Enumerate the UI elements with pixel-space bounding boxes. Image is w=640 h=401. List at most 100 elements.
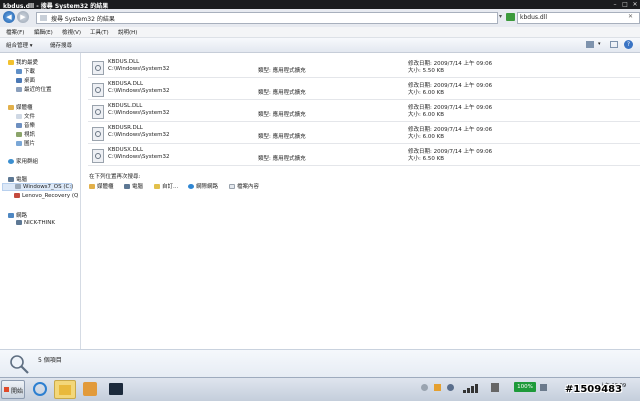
battery-indicator[interactable]: 100% <box>514 382 536 392</box>
recovery-drive-icon <box>14 193 20 198</box>
back-button[interactable]: ◀ <box>3 11 15 23</box>
result-row[interactable]: KBDUSX.DLL C:\Windows\System32 類型: 應用程式擴… <box>88 145 640 166</box>
maximize-button[interactable]: □ <box>620 0 630 9</box>
file-type: 類型: 應用程式擴充 <box>258 90 306 96</box>
nav-network[interactable]: 網路 <box>8 211 27 219</box>
nav-pictures[interactable]: 圖片 <box>16 139 35 147</box>
nav-network-label: 網路 <box>16 213 28 219</box>
desktop-icon <box>16 78 22 83</box>
libraries-icon <box>8 105 14 110</box>
nav-network-pc[interactable]: NICK-THINK <box>16 220 55 226</box>
forward-button[interactable]: ▶ <box>17 11 29 23</box>
nav-drive-c-label: Windows7_OS (C:) <box>23 184 74 190</box>
nav-downloads-label: 下載 <box>24 69 36 75</box>
nav-homegroup[interactable]: 家用群組 <box>8 157 38 165</box>
taskbar-app[interactable] <box>106 380 126 399</box>
nav-favorites-label: 我的最愛 <box>16 60 39 66</box>
nav-desktop[interactable]: 桌面 <box>16 76 35 84</box>
drive-icon <box>15 184 21 189</box>
address-bar-row: ◀ ▶ 搜尋 System32 的結果 ▾ kbdus.dll ✕ <box>0 9 640 27</box>
menu-file[interactable]: 檔案(F) <box>6 28 24 36</box>
view-dropdown-icon[interactable]: ▾ <box>598 41 601 47</box>
nav-drive-q[interactable]: Lenovo_Recovery (Q <box>14 193 78 199</box>
taskbar: 開始 100% 上午 10:09 #1509483 <box>0 377 640 401</box>
dropdown-icon[interactable]: ▾ <box>499 13 502 20</box>
nav-drive-q-label: Lenovo_Recovery (Q <box>22 193 79 199</box>
downloads-icon <box>16 69 22 74</box>
nav-libraries[interactable]: 媒體櫃 <box>8 103 33 111</box>
minimize-button[interactable]: – <box>610 0 620 9</box>
search-again-file-contents[interactable]: 檔案內容 <box>229 182 259 190</box>
menu-tools[interactable]: 工具(T) <box>90 28 109 36</box>
navigation-pane: 我的最愛 下載 桌面 最近的位置 媒體櫃 文件 音樂 視訊 圖片 家用群組 電腦… <box>0 53 81 349</box>
music-icon <box>16 123 22 128</box>
computer-icon <box>124 184 130 189</box>
result-row[interactable]: KBDUSL.DLL C:\Windows\System32 類型: 應用程式擴… <box>88 101 640 122</box>
refresh-icon[interactable] <box>506 13 515 21</box>
nav-network-pc-label: NICK-THINK <box>24 220 55 226</box>
tray-icon[interactable] <box>434 384 441 391</box>
nav-downloads[interactable]: 下載 <box>16 67 35 75</box>
nav-recent[interactable]: 最近的位置 <box>16 85 52 93</box>
search-folder-icon <box>40 15 47 21</box>
media-player-icon <box>83 382 97 396</box>
taskbar-explorer[interactable] <box>54 380 76 399</box>
clear-search-icon[interactable]: ✕ <box>628 13 633 20</box>
search-input[interactable]: kbdus.dll ✕ <box>517 12 640 24</box>
file-size: 大小: 6.00 KB <box>408 90 444 96</box>
nav-homegroup-label: 家用群組 <box>16 159 39 165</box>
help-icon[interactable] <box>447 384 454 391</box>
tray-icon[interactable] <box>421 384 428 391</box>
menu-help[interactable]: 說明(H) <box>118 28 137 36</box>
pc-icon <box>16 220 22 225</box>
nav-documents[interactable]: 文件 <box>16 112 35 120</box>
result-row[interactable]: KBDUS.DLL C:\Windows\System32 類型: 應用程式擴充… <box>88 57 640 78</box>
file-size: 大小: 5.50 KB <box>408 68 444 74</box>
nav-music[interactable]: 音樂 <box>16 121 35 129</box>
search-again-internet-label: 網際網路 <box>196 184 219 190</box>
nav-documents-label: 文件 <box>24 114 36 120</box>
folder-icon <box>59 385 71 395</box>
view-options-icon[interactable] <box>586 41 594 48</box>
taskbar-ie[interactable] <box>30 380 50 399</box>
file-name: KBDUSX.DLL <box>108 147 144 153</box>
wireless-icon[interactable] <box>491 383 499 392</box>
organize-button[interactable]: 組合管理 ▾ <box>6 41 33 49</box>
menu-edit[interactable]: 編輯(E) <box>34 28 53 36</box>
start-button[interactable]: 開始 <box>1 380 25 399</box>
file-name: KBDUSR.DLL <box>108 125 143 131</box>
search-again-computer[interactable]: 電腦 <box>124 182 143 190</box>
nav-favorites[interactable]: 我的最愛 <box>8 58 38 66</box>
preview-pane-icon[interactable] <box>610 41 618 48</box>
search-query: kbdus.dll <box>520 14 548 21</box>
search-again-internet[interactable]: 網際網路 <box>188 182 218 190</box>
file-type: 類型: 應用程式擴充 <box>258 112 306 118</box>
taskbar-media-player[interactable] <box>80 380 100 399</box>
search-again-libraries-label: 媒體櫃 <box>97 184 114 190</box>
close-button[interactable]: ✕ <box>630 0 640 9</box>
libraries-icon <box>89 184 95 189</box>
nav-videos[interactable]: 視訊 <box>16 130 35 138</box>
result-row[interactable]: KBDUSR.DLL C:\Windows\System32 類型: 應用程式擴… <box>88 123 640 144</box>
power-icon[interactable] <box>540 384 547 391</box>
nav-computer[interactable]: 電腦 <box>8 175 27 183</box>
search-again-custom[interactable]: 自訂... <box>154 182 178 190</box>
file-size: 大小: 6.00 KB <box>408 112 444 118</box>
nav-libraries-label: 媒體櫃 <box>16 105 33 111</box>
nav-drive-c[interactable]: Windows7_OS (C:) <box>2 183 74 191</box>
result-row[interactable]: KBDUSA.DLL C:\Windows\System32 類型: 應用程式擴… <box>88 79 640 100</box>
address-bar[interactable]: 搜尋 System32 的結果 <box>36 12 498 24</box>
internet-icon <box>188 184 194 189</box>
signal-icon[interactable] <box>463 383 485 393</box>
menu-view[interactable]: 檢視(V) <box>62 28 81 36</box>
documents-icon <box>16 114 22 119</box>
file-path: C:\Windows\System32 <box>108 88 170 94</box>
search-again-libraries[interactable]: 媒體櫃 <box>89 182 114 190</box>
star-icon <box>8 60 14 65</box>
search-icon <box>10 355 29 374</box>
help-icon[interactable]: ? <box>624 40 633 49</box>
app-icon <box>109 383 123 395</box>
save-search-button[interactable]: 儲存搜尋 <box>50 41 72 49</box>
pictures-icon <box>16 141 22 146</box>
file-size: 大小: 6.50 KB <box>408 156 444 162</box>
